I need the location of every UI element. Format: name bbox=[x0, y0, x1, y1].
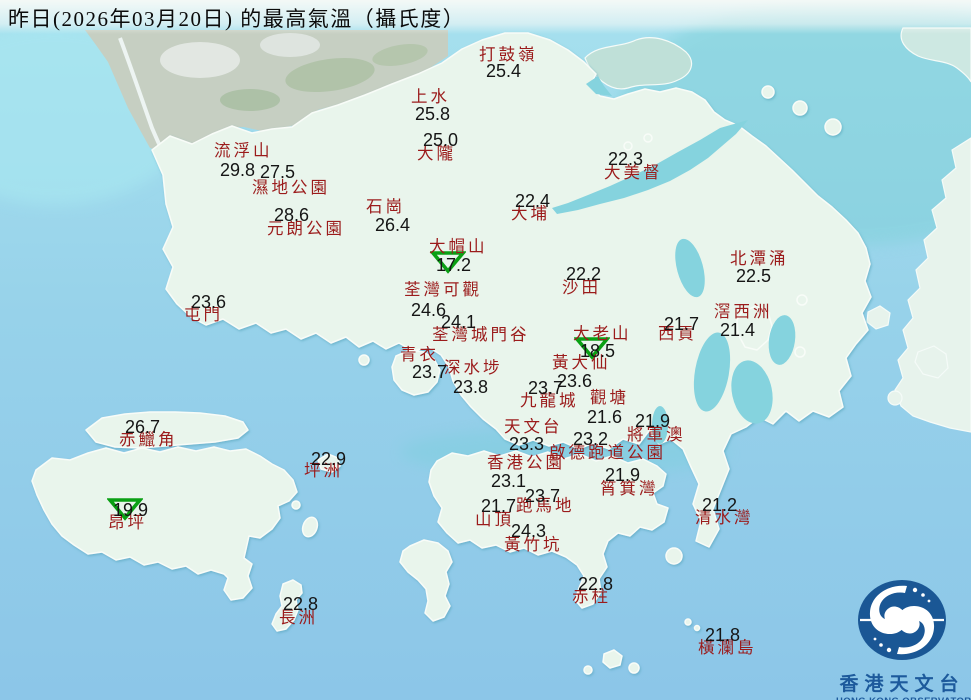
station-label: 石崗 bbox=[366, 197, 405, 216]
station-value: 21.7 bbox=[664, 314, 700, 334]
station-value: 21.9 bbox=[635, 411, 671, 431]
station-value: 19.9 bbox=[113, 500, 149, 520]
station-label: 濕地公園 bbox=[252, 178, 330, 197]
station-value: 21.6 bbox=[587, 407, 623, 427]
station-value: 23.7 bbox=[528, 378, 564, 398]
logo-english-name: HONG KONG OBSERVATORY bbox=[836, 696, 971, 700]
station-value: 23.7 bbox=[412, 362, 448, 382]
station-value: 25.4 bbox=[486, 61, 522, 81]
station-value: 27.5 bbox=[260, 162, 296, 182]
station-label: 香港公園 bbox=[487, 453, 565, 472]
station-label: 流浮山 bbox=[214, 141, 273, 160]
station-value: 21.4 bbox=[720, 320, 756, 340]
station-value: 24.1 bbox=[441, 312, 477, 332]
station-value: 22.8 bbox=[283, 594, 319, 614]
station-value: 23.3 bbox=[509, 434, 545, 454]
station-value: 23.6 bbox=[191, 292, 227, 312]
station-value: 21.7 bbox=[481, 496, 517, 516]
station-value: 21.8 bbox=[705, 625, 741, 645]
station-value: 22.4 bbox=[515, 191, 551, 211]
station-value: 28.6 bbox=[274, 205, 310, 225]
station-value: 24.3 bbox=[511, 521, 547, 541]
station-label: 觀塘 bbox=[590, 388, 629, 407]
station-value: 18.5 bbox=[580, 341, 616, 361]
station-value: 25.8 bbox=[415, 104, 451, 124]
station-value: 22.5 bbox=[736, 266, 772, 286]
station-label: 大帽山 bbox=[429, 237, 488, 256]
stations-layer: 25.4 打鼓嶺 25.8 上水 25.0 大隴 22.3 大美督 29.8 流浮山 27.5 濕地公… bbox=[0, 0, 971, 700]
station-value: 26.7 bbox=[125, 417, 161, 437]
station-value: 22.9 bbox=[311, 449, 347, 469]
station-value: 22.8 bbox=[578, 574, 614, 594]
page-title: 昨日(2026年03月20日) 的最高氣溫（攝氏度） bbox=[8, 7, 466, 31]
station-value: 21.2 bbox=[702, 495, 738, 515]
station-value: 23.2 bbox=[573, 429, 609, 449]
station-label: 荃灣可觀 bbox=[404, 280, 482, 299]
station-value: 23.1 bbox=[491, 471, 527, 491]
station-value: 23.8 bbox=[453, 377, 489, 397]
station-label: 深水埗 bbox=[444, 358, 503, 377]
hko-emblem-icon bbox=[858, 580, 946, 660]
hko-logo: 香港天文台 HONG KONG OBSERVATORY bbox=[836, 578, 971, 700]
station-value: 29.8 bbox=[220, 160, 256, 180]
logo-chinese-name: 香港天文台 bbox=[839, 674, 965, 695]
station-value: 21.9 bbox=[605, 465, 641, 485]
hk-max-temperature-map: 昨日(2026年03月20日) 的最高氣溫（攝氏度） 25.4 打鼓嶺 25.8 上水… bbox=[0, 0, 971, 700]
station-label: 滘西洲 bbox=[714, 302, 773, 321]
station-value: 22.2 bbox=[566, 264, 602, 284]
station-value: 26.4 bbox=[375, 215, 411, 235]
station-value: 17.2 bbox=[436, 255, 472, 275]
station-value: 25.0 bbox=[423, 130, 459, 150]
station-value: 23.7 bbox=[525, 486, 561, 506]
station-value: 22.3 bbox=[608, 149, 644, 169]
